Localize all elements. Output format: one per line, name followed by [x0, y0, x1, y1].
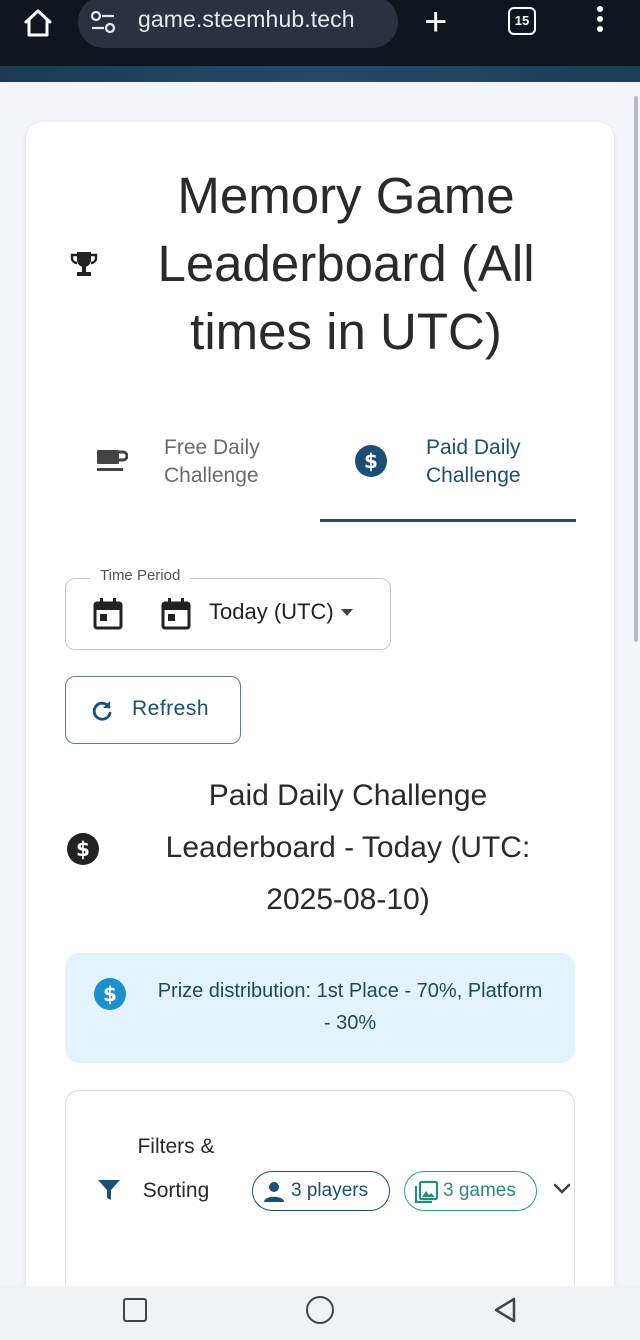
back-icon[interactable]: [492, 1296, 518, 1324]
filters-label: Filters & Sorting: [137, 1135, 215, 1202]
active-tab-indicator: [320, 519, 576, 522]
leaderboard-heading: $ Paid Daily Challenge Leaderboard - Tod…: [26, 770, 614, 926]
prize-distribution-text: Prize distribution: 1st Place - 70%, Pla…: [157, 980, 543, 1034]
time-period-value: Today (UTC): [209, 599, 334, 624]
filter-icon: [98, 1180, 120, 1200]
title-row: Memory Game Leaderboard (All times in UT…: [26, 162, 614, 372]
new-tab-icon[interactable]: +: [424, 2, 447, 42]
recents-icon[interactable]: [123, 1298, 147, 1322]
leaderboard-card: Memory Game Leaderboard (All times in UT…: [26, 122, 614, 1330]
tab-label: Paid Daily Challenge: [426, 436, 521, 487]
players-count-chip: 3 players: [252, 1171, 390, 1211]
time-period-select[interactable]: Time Period Today (UTC): [65, 567, 391, 650]
scrollbar[interactable]: [634, 96, 638, 642]
chevron-down-icon[interactable]: [552, 1179, 572, 1199]
site-settings-icon[interactable]: [90, 10, 116, 34]
refresh-label: Refresh: [132, 697, 210, 720]
url-text: game.steemhub.tech: [138, 6, 355, 32]
svg-text:$: $: [76, 837, 90, 861]
page-title: Memory Game Leaderboard (All times in UT…: [157, 167, 535, 360]
prize-distribution-alert: $ Prize distribution: 1st Place - 70%, P…: [65, 953, 575, 1063]
games-count: 3 games: [443, 1180, 516, 1201]
photo-library-icon: [414, 1180, 439, 1204]
home-button-icon[interactable]: [306, 1296, 334, 1324]
dollar-circle-icon: $: [94, 978, 126, 1010]
calendar-icon: [161, 598, 191, 630]
dollar-circle-icon: $: [355, 445, 387, 477]
trophy-icon: [70, 252, 98, 276]
calendar-icon: [93, 598, 123, 630]
refresh-icon: [92, 701, 112, 721]
coffee-cup-icon: [97, 450, 128, 471]
svg-text:$: $: [364, 449, 378, 473]
players-count: 3 players: [291, 1180, 369, 1201]
tab-paid-daily-challenge[interactable]: $ Paid Daily Challenge: [320, 422, 576, 522]
person-icon: [264, 1182, 284, 1202]
tab-switcher-icon[interactable]: 15: [508, 7, 536, 35]
refresh-button[interactable]: Refresh: [65, 676, 241, 744]
dropdown-arrow-icon[interactable]: [340, 605, 354, 619]
time-period-label: Time Period: [90, 567, 191, 584]
menu-icon[interactable]: [596, 6, 604, 36]
dollar-circle-icon: $: [67, 833, 99, 865]
challenge-tabs: Free Daily Challenge $ Paid Daily Challe…: [66, 422, 576, 526]
leaderboard-title: Paid Daily Challenge Leaderboard - Today…: [165, 779, 531, 916]
svg-text:$: $: [103, 982, 117, 1006]
browser-toolbar: game.steemhub.tech + 15: [0, 0, 640, 66]
home-icon[interactable]: [22, 7, 54, 39]
address-bar[interactable]: game.steemhub.tech: [78, 0, 398, 48]
tab-label: Free Daily Challenge: [164, 436, 260, 487]
site-header-strip: [0, 66, 640, 82]
system-navigation-bar: [0, 1286, 640, 1340]
tab-free-daily-challenge[interactable]: Free Daily Challenge: [86, 422, 316, 522]
games-count-chip: 3 games: [404, 1171, 537, 1211]
